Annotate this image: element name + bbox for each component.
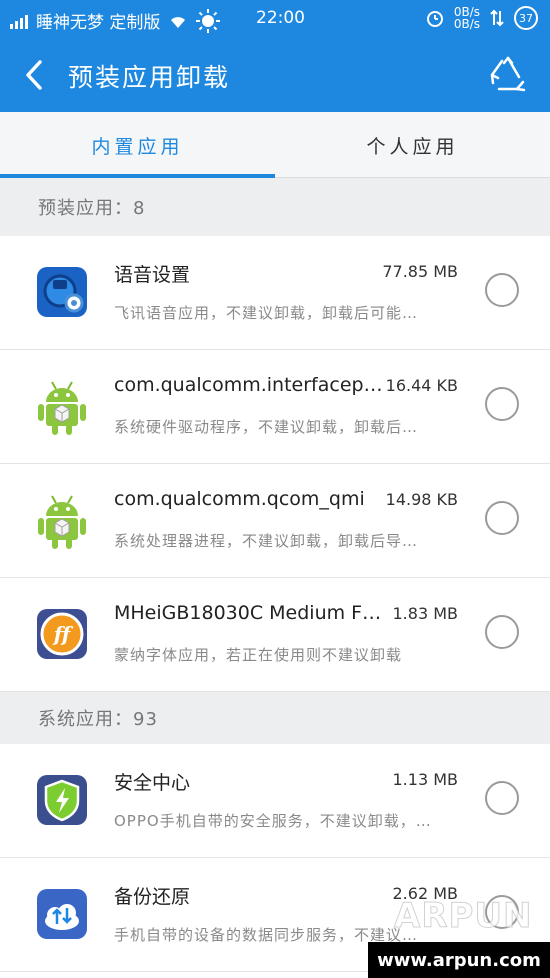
section-header-system: 系统应用：93 (0, 692, 550, 744)
tab-personal-apps[interactable]: 个人应用 (275, 112, 550, 178)
app-description: 系统硬件驱动程序，不建议卸载，卸载后… (114, 418, 419, 436)
app-row[interactable]: ff MHeiGB18030C Medium FlipFo… 1.83 MB 蒙… (0, 578, 550, 692)
security-center-icon (37, 775, 87, 825)
select-radio[interactable] (485, 615, 519, 649)
section-header-preinstalled: 预装应用：8 (0, 178, 550, 236)
wifi-icon (171, 16, 186, 28)
recycle-icon[interactable] (488, 55, 528, 95)
voice-settings-icon (37, 267, 87, 317)
app-name: MHeiGB18030C Medium FlipFo… (114, 602, 384, 624)
network-speed: 0B/s 0B/s (453, 5, 480, 31)
app-name: com.qualcomm.interfacepermis… (114, 374, 384, 396)
battery-indicator: 37 (514, 6, 538, 30)
data-arrows-icon (490, 9, 504, 27)
app-name: 备份还原 (114, 886, 191, 908)
app-name: 语音设置 (114, 264, 191, 286)
app-name: com.qualcomm.qcom_qmi (114, 488, 365, 510)
flipfont-icon: ff (37, 609, 87, 659)
app-row[interactable]: 语音设置 77.85 MB 飞讯语音应用，不建议卸载，卸载后可能… (0, 236, 550, 350)
app-size: 1.13 MB (392, 770, 459, 789)
carrier-label: 睡神无梦 定制版 (36, 13, 161, 33)
sun-icon (196, 8, 221, 33)
app-row[interactable]: 安全中心 1.13 MB OPPO手机自带的安全服务，不建议卸载，… (0, 744, 550, 858)
alarm-icon (426, 11, 443, 27)
select-radio[interactable] (485, 501, 519, 535)
app-row[interactable]: com.qualcomm.qcom_qmi 14.98 KB 系统处理器进程，不… (0, 464, 550, 578)
app-name: 安全中心 (114, 772, 191, 794)
site-watermark: www.arpun.com (368, 942, 550, 978)
select-radio[interactable] (485, 387, 519, 421)
signal-icon (10, 13, 28, 29)
app-size: 16.44 KB (385, 376, 458, 395)
select-radio[interactable] (485, 273, 519, 307)
watermark-logo: ARPUN (393, 896, 533, 937)
app-size: 1.83 MB (392, 604, 459, 623)
back-arrow-icon[interactable] (18, 56, 50, 94)
app-bar: 预装应用卸载 (0, 38, 550, 112)
select-radio[interactable] (485, 781, 519, 815)
app-size: 14.98 KB (385, 490, 458, 509)
clock: 22:00 (256, 8, 305, 28)
app-description: 系统处理器进程，不建议卸载，卸载后导… (114, 532, 419, 550)
android-icon (38, 381, 86, 435)
backup-restore-icon (37, 889, 87, 939)
tab-builtin-apps[interactable]: 内置应用 (0, 112, 275, 178)
app-description: 飞讯语音应用，不建议卸载，卸载后可能… (114, 304, 419, 322)
app-size: 77.85 MB (382, 262, 458, 281)
android-icon (38, 495, 86, 549)
tab-bar: 内置应用 个人应用 (0, 112, 550, 178)
app-row[interactable]: com.qualcomm.interfacepermis… 16.44 KB 系… (0, 350, 550, 464)
page-title: 预装应用卸载 (68, 63, 231, 92)
status-bar: 睡神无梦 定制版 22:00 0B/s 0B/s 37 (0, 0, 550, 38)
app-description: 蒙纳字体应用，若正在使用则不建议卸载 (114, 646, 403, 664)
app-description: OPPO手机自带的安全服务，不建议卸载，… (114, 812, 432, 830)
